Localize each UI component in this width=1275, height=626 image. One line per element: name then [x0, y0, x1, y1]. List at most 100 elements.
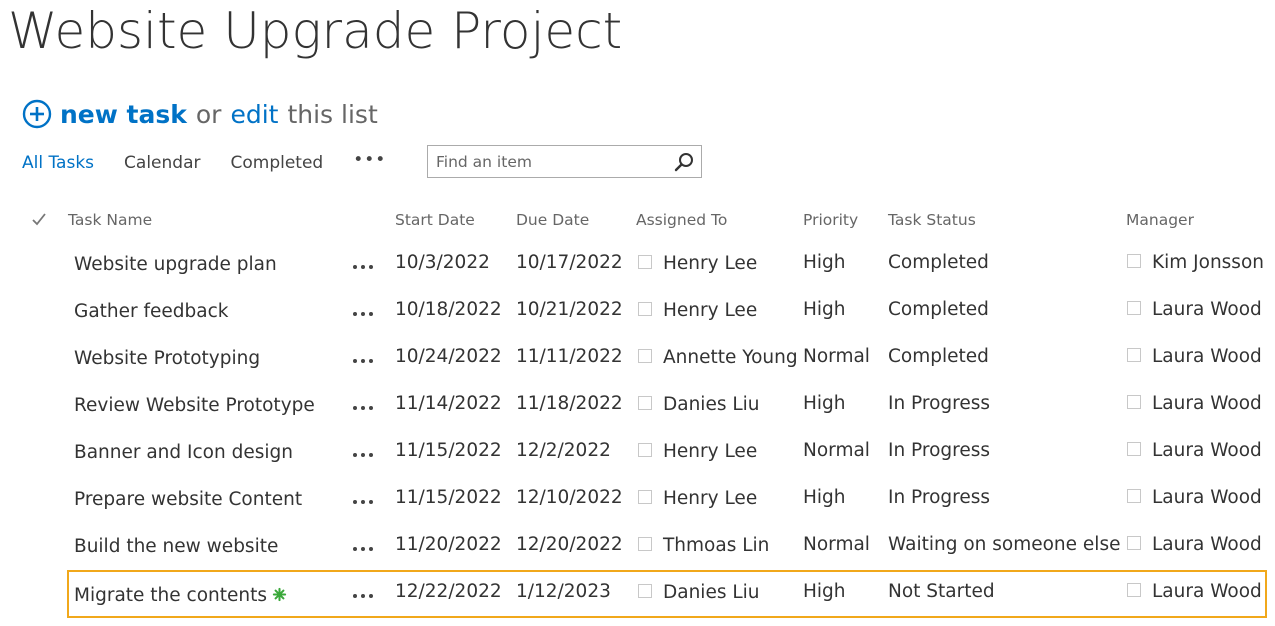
presence-checkbox[interactable]	[638, 396, 652, 410]
task-name-link[interactable]: Migrate the contents	[74, 585, 267, 606]
new-item-icon	[272, 587, 287, 601]
col-start-date[interactable]: Start Date	[395, 211, 475, 229]
assigned-to-person-link[interactable]: Henry Lee	[663, 253, 757, 274]
assigned-to-person-link[interactable]: Thmoas Lin	[663, 535, 769, 556]
task-status-cell: Not Started	[888, 581, 995, 602]
assigned-to-person-link[interactable]: Henry Lee	[663, 441, 757, 462]
presence-checkbox[interactable]	[638, 490, 652, 504]
or-text: or	[195, 99, 222, 129]
presence-checkbox[interactable]	[1127, 536, 1141, 550]
task-name-link[interactable]: Prepare website Content	[74, 489, 302, 510]
select-all-check-icon[interactable]	[30, 210, 48, 228]
edit-list-link[interactable]: edit	[230, 100, 278, 129]
due-date-cell: 1/12/2023	[516, 581, 611, 602]
assigned-to-person-link[interactable]: Danies Liu	[663, 582, 760, 603]
manager-person-link[interactable]: Laura Wood	[1152, 393, 1262, 414]
assigned-to-person-link[interactable]: Annette Young	[663, 347, 798, 368]
presence-checkbox[interactable]	[1127, 442, 1141, 456]
manager-person-link[interactable]: Laura Wood	[1152, 487, 1262, 508]
view-calendar[interactable]: Calendar	[124, 153, 200, 173]
due-date-cell: 12/10/2022	[516, 487, 623, 508]
item-menu-ellipsis-icon[interactable]	[351, 264, 375, 270]
manager-cell: Laura Wood	[1127, 440, 1262, 461]
priority-cell: High	[803, 487, 846, 508]
more-views-button[interactable]: •••	[353, 150, 386, 170]
presence-checkbox[interactable]	[638, 302, 652, 316]
manager-cell: Laura Wood	[1127, 534, 1262, 555]
start-date-cell: 11/15/2022	[395, 440, 502, 461]
task-name-link[interactable]: Review Website Prototype	[74, 395, 315, 416]
manager-cell: Laura Wood	[1127, 393, 1262, 414]
col-manager[interactable]: Manager	[1126, 211, 1194, 229]
table-row[interactable]: Gather feedback 10/18/2022 10/21/2022 Henry…	[0, 297, 1275, 344]
item-menu-ellipsis-icon[interactable]	[351, 499, 375, 505]
priority-cell: Normal	[803, 534, 870, 555]
item-menu-ellipsis-icon[interactable]	[351, 593, 375, 599]
assigned-to-cell: Henry Lee	[638, 253, 757, 274]
table-row[interactable]: Website upgrade plan 10/3/2022 10/17/2022 H…	[0, 250, 1275, 297]
task-status-cell: Completed	[888, 252, 989, 273]
due-date-cell: 10/17/2022	[516, 252, 623, 273]
task-name-link[interactable]: Build the new website	[74, 536, 278, 557]
manager-person-link[interactable]: Laura Wood	[1152, 440, 1262, 461]
task-name-link[interactable]: Website upgrade plan	[74, 254, 277, 275]
search-input[interactable]	[428, 146, 673, 177]
manager-person-link[interactable]: Kim Jonsson	[1152, 252, 1264, 273]
manager-person-link[interactable]: Laura Wood	[1152, 299, 1262, 320]
table-row[interactable]: Website Prototyping 10/24/2022 11/11/2022 A…	[0, 344, 1275, 391]
task-name-link[interactable]: Gather feedback	[74, 301, 229, 322]
priority-cell: High	[803, 581, 846, 602]
task-status-cell: In Progress	[888, 393, 991, 414]
assigned-to-person-link[interactable]: Henry Lee	[663, 300, 757, 321]
manager-cell: Laura Wood	[1127, 581, 1262, 602]
col-assigned-to[interactable]: Assigned To	[636, 211, 727, 229]
item-menu-ellipsis-icon[interactable]	[351, 546, 375, 552]
table-row[interactable]: Migrate the contents 12/22/2022 1/12/2023 D…	[0, 579, 1275, 626]
presence-checkbox[interactable]	[1127, 583, 1141, 597]
item-menu-ellipsis-icon[interactable]	[351, 405, 375, 411]
manager-person-link[interactable]: Laura Wood	[1152, 581, 1262, 602]
new-task-link[interactable]: new task	[60, 100, 187, 129]
presence-checkbox[interactable]	[638, 349, 652, 363]
item-menu-ellipsis-icon[interactable]	[351, 358, 375, 364]
task-name-link[interactable]: Banner and Icon design	[74, 442, 293, 463]
presence-checkbox[interactable]	[638, 537, 652, 551]
presence-checkbox[interactable]	[1127, 254, 1141, 268]
presence-checkbox[interactable]	[1127, 301, 1141, 315]
col-task-name[interactable]: Task Name	[68, 211, 152, 229]
assigned-to-cell: Henry Lee	[638, 488, 757, 509]
table-row[interactable]: Prepare website Content 11/15/2022 12/10/2…	[0, 485, 1275, 532]
item-menu-ellipsis-icon[interactable]	[351, 311, 375, 317]
start-date-cell: 11/20/2022	[395, 534, 502, 555]
table-row[interactable]: Review Website Prototype 11/14/2022 11/18/…	[0, 391, 1275, 438]
presence-checkbox[interactable]	[1127, 489, 1141, 503]
col-task-status[interactable]: Task Status	[888, 211, 976, 229]
start-date-cell: 11/14/2022	[395, 393, 502, 414]
table-row[interactable]: Banner and Icon design 11/15/2022 12/2/202…	[0, 438, 1275, 485]
priority-cell: High	[803, 393, 846, 414]
presence-checkbox[interactable]	[1127, 348, 1141, 362]
search-icon[interactable]	[673, 151, 695, 173]
manager-person-link[interactable]: Laura Wood	[1152, 346, 1262, 367]
presence-checkbox[interactable]	[638, 255, 652, 269]
assigned-to-person-link[interactable]: Henry Lee	[663, 488, 757, 509]
presence-checkbox[interactable]	[1127, 395, 1141, 409]
col-priority[interactable]: Priority	[803, 211, 858, 229]
priority-cell: Normal	[803, 346, 870, 367]
table-row[interactable]: Build the new website 11/20/2022 12/20/202…	[0, 532, 1275, 579]
manager-person-link[interactable]: Laura Wood	[1152, 534, 1262, 555]
presence-checkbox[interactable]	[638, 584, 652, 598]
search-box	[427, 145, 702, 178]
due-date-cell: 11/18/2022	[516, 393, 623, 414]
item-menu-ellipsis-icon[interactable]	[351, 452, 375, 458]
due-date-cell: 10/21/2022	[516, 299, 623, 320]
view-all-tasks[interactable]: All Tasks	[22, 153, 94, 173]
task-name-link[interactable]: Website Prototyping	[74, 348, 260, 369]
col-due-date[interactable]: Due Date	[516, 211, 589, 229]
due-date-cell: 12/2/2022	[516, 440, 611, 461]
add-circle-icon[interactable]	[22, 99, 52, 129]
presence-checkbox[interactable]	[638, 443, 652, 457]
task-status-cell: In Progress	[888, 440, 991, 461]
assigned-to-person-link[interactable]: Danies Liu	[663, 394, 760, 415]
view-completed[interactable]: Completed	[230, 153, 323, 173]
